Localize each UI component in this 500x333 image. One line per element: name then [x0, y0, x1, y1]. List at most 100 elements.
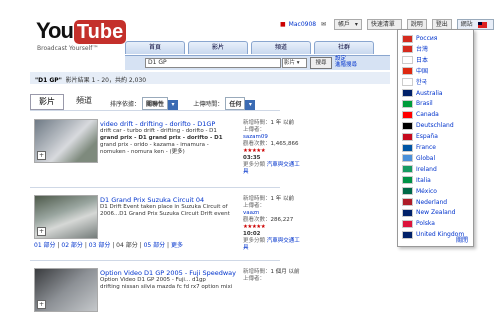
site-option[interactable]: 日本 — [402, 56, 428, 65]
duration: 10:02 — [243, 231, 261, 237]
site-option[interactable]: 한국 — [402, 78, 427, 87]
search-input[interactable]: D1 GP — [145, 58, 281, 68]
more-category-label: 更多分類 — [243, 162, 266, 168]
video-thumbnail[interactable]: + — [34, 195, 98, 239]
rating-stars: ★★★★★ — [243, 148, 266, 154]
part-link[interactable]: 01 部分 — [34, 242, 56, 249]
duration: 03:35 — [243, 155, 261, 161]
tab-community[interactable]: 社群 — [314, 41, 374, 54]
close-menu-link[interactable]: 關閉 — [456, 235, 468, 244]
added-value: 1 個月 以前 — [270, 269, 300, 275]
sort-filters: 排序依據： 關聯性 ▾ 上傳時間： 任何 ▾ — [110, 97, 256, 110]
logo-you-text: You — [36, 18, 74, 43]
site-option-label: 한국 — [416, 78, 428, 86]
mail-icon[interactable]: ✉ — [321, 21, 326, 28]
site-option[interactable]: Nederland — [402, 198, 447, 207]
video-desc-line: nomuken - nomura ken - (更多) — [100, 149, 185, 155]
upload-time-dropdown-arrow-icon[interactable]: ▾ — [245, 99, 256, 110]
site-option[interactable]: Canada — [402, 110, 439, 119]
site-option-label: Canada — [416, 111, 439, 119]
add-to-quicklist-icon[interactable]: + — [37, 300, 46, 309]
advanced-search-link[interactable]: 進階搜尋 — [335, 62, 357, 68]
site-option[interactable]: Polska — [402, 219, 435, 228]
more-category-label: 更多分類 — [243, 238, 266, 244]
site-option[interactable]: Ireland — [402, 165, 437, 174]
country-flag-icon — [402, 230, 413, 239]
current-part: 04 部分 — [116, 242, 138, 249]
country-flag-icon — [402, 143, 413, 152]
search-button[interactable]: 搜尋 — [310, 57, 332, 69]
video-thumbnail[interactable]: + — [34, 119, 98, 163]
video-title[interactable]: video drift - drifting - dorifto - D1GP — [100, 120, 240, 128]
country-flag-icon — [402, 89, 413, 97]
tab-videos[interactable]: 影片 — [188, 41, 248, 54]
video-desc-line: Option Video D1 GP 2005 - Fuji... d1gp — [100, 277, 206, 283]
sort-dropdown[interactable]: 關聯性 — [142, 97, 169, 110]
added-label: 新增時間： — [243, 196, 271, 202]
from-label: 上傳者： — [243, 203, 266, 209]
site-option[interactable]: Italia — [402, 176, 431, 185]
site-option-label: Россия — [416, 35, 438, 42]
site-option[interactable]: México — [402, 187, 437, 196]
video-title[interactable]: D1 Grand Prix Suzuka Circuit 04 — [100, 196, 240, 204]
country-flag-icon — [402, 187, 413, 196]
site-option-label: Polska — [416, 220, 435, 228]
user-icon: ■ — [280, 21, 286, 28]
upload-time-dropdown[interactable]: 任何 — [225, 97, 246, 110]
video-desc-line: grand prix - orido - kazama - imamura - — [100, 142, 209, 148]
filter-tab-channels[interactable]: 頻道 — [68, 94, 100, 108]
country-flag-icon — [402, 121, 413, 130]
site-option[interactable]: France — [402, 143, 436, 152]
site-option[interactable]: Brasil — [402, 99, 433, 108]
views-value: 1,465,866 — [270, 141, 299, 147]
search-scope-select[interactable]: 影片 ▾ — [282, 58, 307, 68]
site-option-label: New Zealand — [416, 209, 456, 217]
site-option-label: France — [416, 144, 436, 151]
site-option[interactable]: 台灣 — [402, 45, 428, 54]
video-title[interactable]: Option Video D1 GP 2005 - Fuji Speedway — [100, 269, 240, 277]
site-option[interactable]: Deutschland — [402, 121, 454, 130]
site-option[interactable]: Россия — [402, 34, 437, 43]
sort-dropdown-arrow-icon[interactable]: ▾ — [168, 99, 179, 110]
youtube-logo[interactable]: You Tube — [36, 18, 127, 44]
country-flag-icon — [402, 176, 413, 185]
upload-time-value: 任何 — [229, 101, 242, 108]
add-to-quicklist-icon[interactable]: + — [37, 151, 46, 160]
uploader-link[interactable]: vaazn — [243, 210, 305, 217]
part-link[interactable]: 05 部分 — [144, 242, 166, 249]
country-flag-icon — [402, 208, 413, 217]
logo-tube-text: Tube — [73, 20, 127, 44]
more-parts-link[interactable]: 更多 — [171, 242, 183, 249]
site-option-label: Nederland — [416, 198, 448, 206]
views-label: 觀看次數： — [243, 217, 271, 223]
part-link[interactable]: 03 部分 — [89, 242, 111, 249]
video-parts-list: 01 部分 | 02 部分 | 03 部分 | 04 部分 | 05 部分 | … — [34, 242, 183, 249]
account-menu[interactable]: 帳戶 ▾ — [333, 19, 362, 30]
country-flag-icon — [402, 132, 413, 141]
taiwan-flag-icon — [477, 21, 487, 28]
search-bar: D1 GP 影片 ▾ 搜尋 設定 進階搜尋 — [125, 55, 390, 70]
site-option[interactable]: 中国 — [402, 67, 428, 76]
site-option[interactable]: España — [402, 132, 438, 141]
country-flag-icon — [402, 165, 413, 174]
site-option[interactable]: Australia — [402, 89, 443, 98]
username-link[interactable]: Mac0908 — [289, 21, 316, 28]
tab-home[interactable]: 首頁 — [125, 41, 185, 54]
site-option[interactable]: Global — [402, 154, 435, 163]
results-query: "D1 GP" — [35, 77, 62, 84]
video-desc-line: drifting nissan silvia mazda fc fd rx7 o… — [100, 284, 233, 290]
video-meta-2: 新增時間：1 年 以前 上傳者： vaazn 觀看次數：286,227 ★★★★… — [243, 196, 305, 252]
results-count: 影片結果 1 - 20，共約 2,030 — [65, 77, 147, 84]
add-to-quicklist-icon[interactable]: + — [37, 227, 46, 236]
part-link[interactable]: 02 部分 — [61, 242, 83, 249]
views-label: 觀看次數： — [243, 141, 271, 147]
site-option[interactable]: United Kingdom — [402, 230, 464, 239]
country-flag-icon — [402, 78, 413, 87]
filter-tab-videos[interactable]: 影片 — [30, 94, 64, 110]
video-thumbnail[interactable]: + — [34, 268, 98, 312]
uploader-link[interactable]: sazam09 — [243, 134, 305, 141]
video-info-3: Option Video D1 GP 2005 - Fuji Speedway … — [100, 269, 240, 291]
added-label: 新增時間： — [243, 269, 271, 275]
site-option[interactable]: New Zealand — [402, 208, 455, 217]
tab-channels[interactable]: 頻道 — [251, 41, 311, 54]
